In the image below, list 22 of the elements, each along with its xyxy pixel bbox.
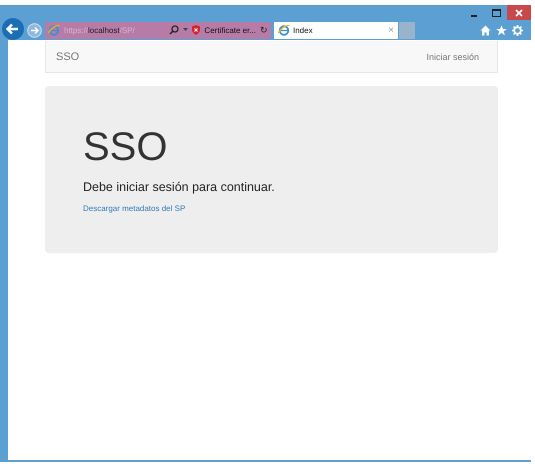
tab-title: Index (293, 26, 313, 34)
page-heading: SSO (83, 126, 168, 168)
browser-tab[interactable]: Index × (274, 22, 398, 38)
refresh-button[interactable]: ↻ (260, 25, 268, 35)
back-button[interactable] (2, 18, 24, 40)
home-icon[interactable] (480, 24, 491, 36)
certificate-error-text[interactable]: Certificate er... (204, 26, 256, 34)
dropdown-caret-icon[interactable] (183, 28, 188, 32)
browser-logo-icon (278, 24, 290, 36)
navbar-brand[interactable]: SSO (56, 50, 80, 62)
close-button[interactable] (507, 5, 531, 20)
shield-error-icon (192, 25, 200, 35)
download-metadata-link[interactable]: Descargar metadatos del SP (83, 204, 186, 213)
search-icon[interactable] (169, 25, 180, 35)
settings-icon[interactable] (512, 24, 523, 36)
forward-button[interactable] (27, 22, 42, 38)
browser-logo-icon (48, 24, 60, 36)
lead-text: Debe iniciar sesión para continuar. (83, 180, 276, 194)
star-icon[interactable] (496, 24, 507, 36)
login-link[interactable]: Iniciar sesión (426, 52, 479, 62)
tab-close-button[interactable]: × (388, 24, 394, 36)
close-icon (515, 8, 523, 16)
